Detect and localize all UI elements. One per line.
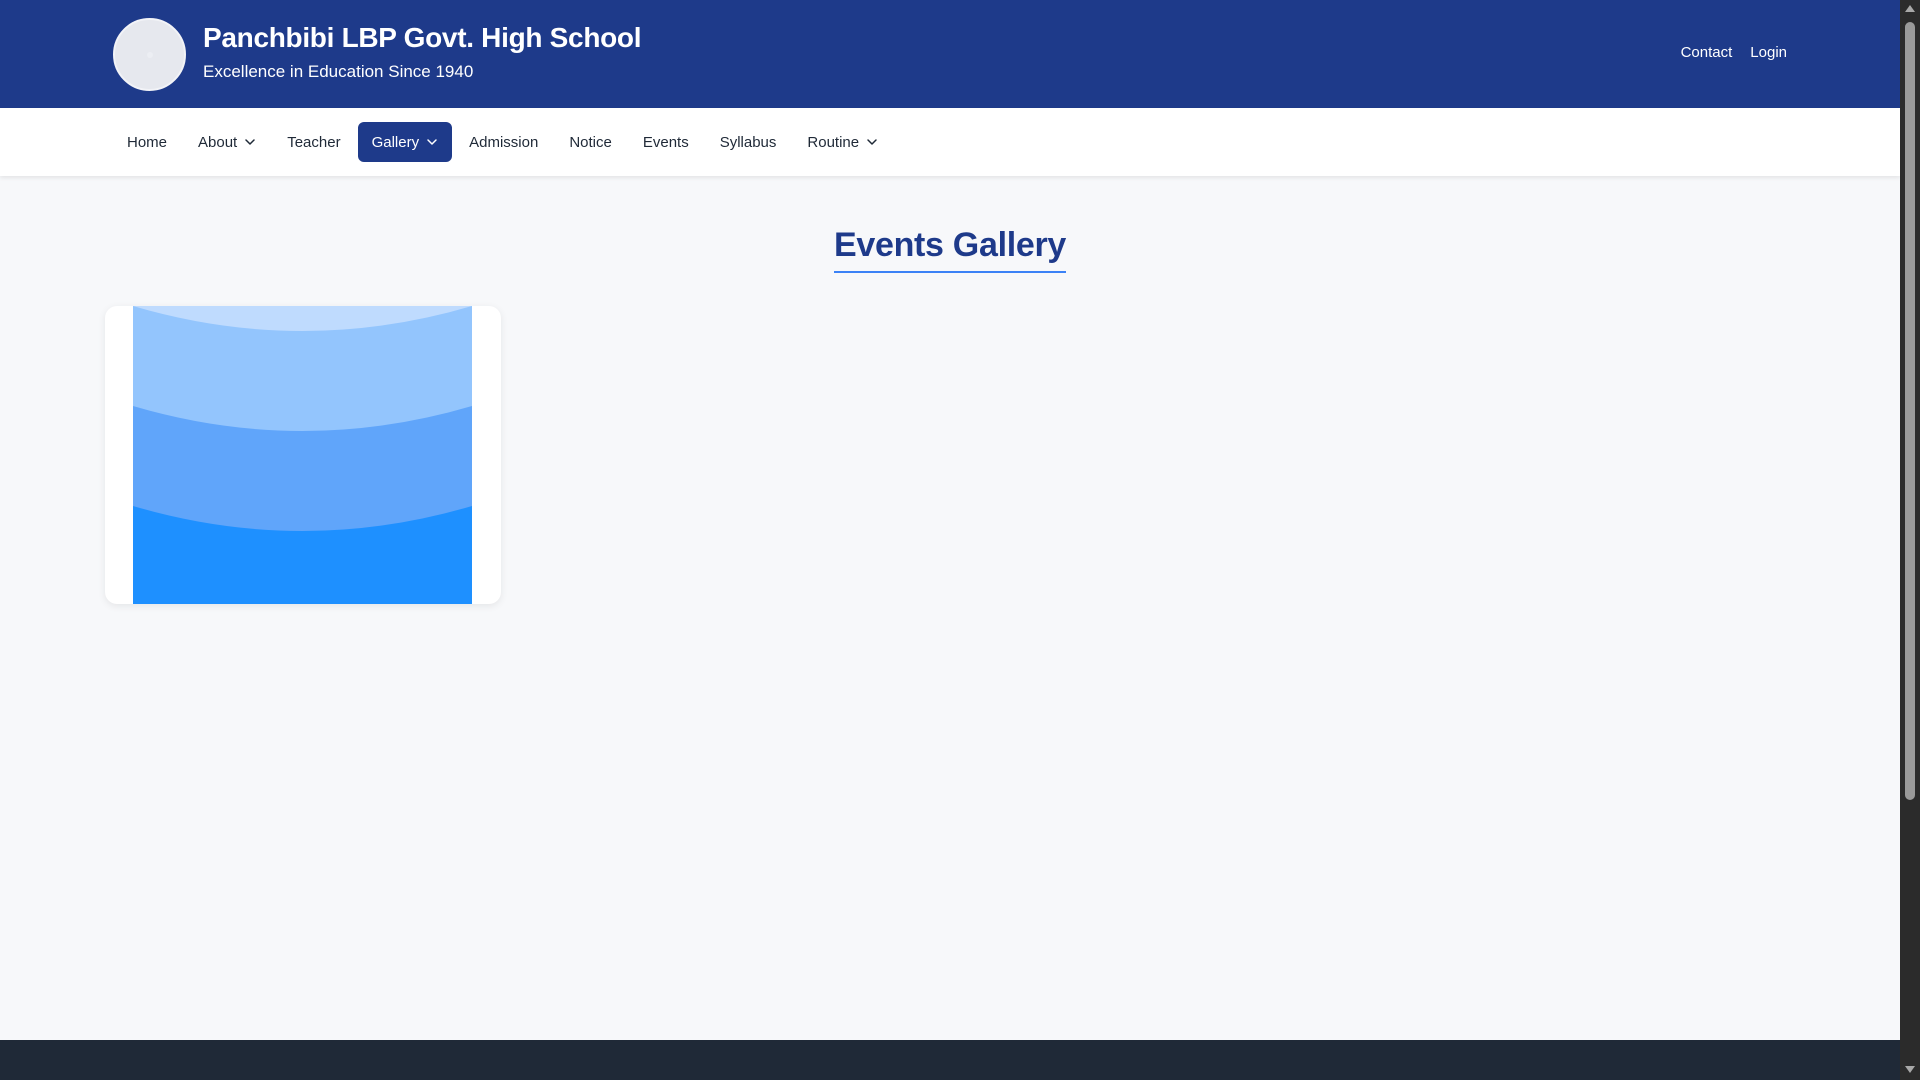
section-heading: Events Gallery [0, 226, 1900, 273]
nav-item-notice[interactable]: Notice [555, 122, 626, 162]
page: Panchbibi LBP Govt. High School Excellen… [0, 0, 1900, 1080]
nav-item-label: Home [127, 133, 168, 151]
nav-item-label: Gallery [371, 133, 420, 151]
top-links: Contact Login [1681, 44, 1787, 61]
nav-item-events[interactable]: Events [629, 122, 703, 162]
nav-item-label: Admission [469, 133, 539, 151]
gallery-image [133, 306, 472, 604]
scroll-down-arrow-icon[interactable] [1905, 1066, 1915, 1073]
nav-item-teacher[interactable]: Teacher [273, 122, 354, 162]
school-logo[interactable] [113, 18, 186, 91]
nav-item-admission[interactable]: Admission [455, 122, 552, 162]
nav-item-label: Notice [569, 133, 612, 151]
chevron-down-icon [866, 136, 878, 148]
site-footer [0, 1040, 1900, 1080]
chevron-down-icon [244, 136, 256, 148]
school-name: Panchbibi LBP Govt. High School [203, 22, 642, 53]
gallery-card[interactable] [105, 306, 501, 604]
nav-item-label: Routine [807, 133, 860, 151]
nav-item-label: Syllabus [719, 133, 777, 151]
logo-mark [147, 52, 153, 58]
nav-item-home[interactable]: Home [113, 122, 181, 162]
nav-item-label: Events [642, 133, 689, 151]
main-nav: Home About Teacher Gallery Admission Not… [0, 108, 1900, 176]
vertical-scrollbar[interactable] [1900, 0, 1920, 1080]
school-tagline: Excellence in Education Since 1940 [203, 62, 474, 81]
nav-items: Home About Teacher Gallery Admission Not… [113, 122, 895, 162]
login-link[interactable]: Login [1750, 44, 1787, 61]
scroll-thumb[interactable] [1905, 22, 1915, 800]
scroll-up-arrow-icon[interactable] [1905, 5, 1915, 12]
page-title: Events Gallery [833, 226, 1066, 273]
nav-item-label: About [198, 133, 238, 151]
contact-link[interactable]: Contact [1681, 44, 1733, 61]
nav-item-about[interactable]: About [184, 122, 270, 162]
nav-item-syllabus[interactable]: Syllabus [706, 122, 791, 162]
site-header: Panchbibi LBP Govt. High School Excellen… [0, 0, 1900, 108]
chevron-down-icon [426, 136, 438, 148]
nav-item-label: Teacher [287, 133, 341, 151]
nav-item-routine[interactable]: Routine [793, 122, 892, 162]
nav-item-gallery[interactable]: Gallery [357, 122, 453, 162]
